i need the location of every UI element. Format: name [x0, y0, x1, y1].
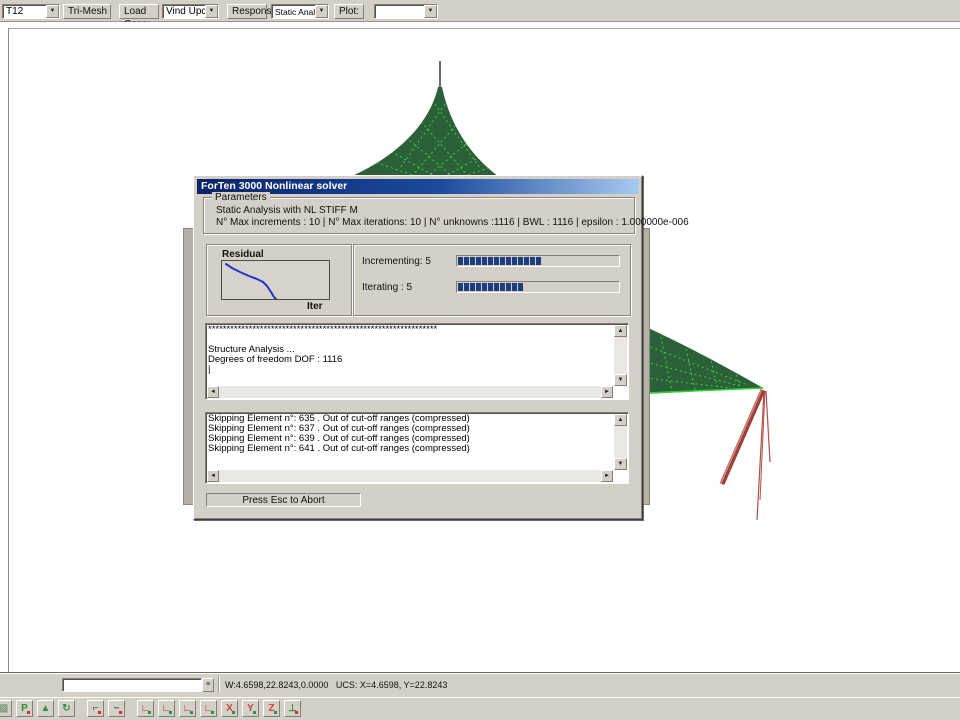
- scroll-left-icon[interactable]: ◄: [207, 386, 219, 398]
- load-case-combo-value: Vind Upct5: [163, 5, 205, 18]
- clipped-leftmost-icon[interactable]: ▨: [0, 700, 12, 717]
- mast: [722, 390, 763, 484]
- snap-dot-icon: [98, 711, 101, 714]
- model-combo[interactable]: T12 ▼: [2, 4, 60, 19]
- angle-snap-2-icon[interactable]: ∟: [158, 700, 175, 717]
- bottom-toolbar: ▨P▲↻⌐~∟∟∟∟XYZ⊥: [0, 697, 960, 720]
- snap-dot-icon: [119, 711, 122, 714]
- parameters-group-label: Parameters: [212, 192, 270, 203]
- response-combo-value: Static Analysis Re: [272, 5, 315, 18]
- analysis-type-text: Static Analysis with NL STIFF M: [216, 205, 358, 216]
- tri-mesh-button[interactable]: Tri-Mesh: [63, 4, 111, 19]
- analysis-log-vscrollbar[interactable]: ▲ ▼: [614, 325, 627, 386]
- snap-dot-icon: [190, 711, 193, 714]
- chevron-down-icon[interactable]: ▼: [424, 5, 437, 18]
- statusbar-divider: [218, 677, 219, 693]
- right-sail: [646, 327, 763, 394]
- scroll-up-icon[interactable]: ▲: [614, 325, 627, 337]
- scroll-right-icon[interactable]: ►: [601, 470, 613, 482]
- x-axis-icon[interactable]: X: [221, 700, 238, 717]
- snap-dot-icon: [274, 711, 277, 714]
- analysis-log-text: ****************************************…: [208, 325, 613, 386]
- iterating-progressbar: [456, 281, 620, 293]
- right-sail-mesh: [646, 332, 745, 392]
- page-p-icon[interactable]: P: [16, 700, 33, 717]
- residual-chart-title: Residual: [222, 249, 264, 260]
- cable-1: [757, 391, 764, 520]
- scroll-right-icon[interactable]: ►: [601, 386, 613, 398]
- angle-snap-1-icon[interactable]: ∟: [137, 700, 154, 717]
- analysis-params-text: N° Max increments : 10 | N° Max iteratio…: [216, 217, 689, 228]
- cable-2: [766, 391, 770, 462]
- load-case-combo[interactable]: Vind Upct5 ▼: [162, 4, 219, 19]
- residual-panel: Residual Iter: [206, 244, 352, 316]
- load-case-label: Load Case:: [119, 4, 159, 19]
- snap-dot-icon: [295, 711, 298, 714]
- chevron-down-icon[interactable]: ▼: [46, 5, 59, 18]
- plot-combo-value: [375, 5, 424, 18]
- command-input[interactable]: [62, 678, 202, 692]
- spline-snap-icon[interactable]: ~: [108, 700, 125, 717]
- top-toolbar: T12 ▼ Tri-Mesh Load Case: Vind Upct5 ▼ R…: [0, 0, 960, 22]
- angle-snap-4-icon[interactable]: ∟: [200, 700, 217, 717]
- chevron-down-icon[interactable]: ▼: [205, 5, 218, 18]
- canvas-left-border: [8, 28, 9, 672]
- plot-combo[interactable]: ▼: [374, 4, 438, 19]
- snap-dot-icon: [148, 711, 151, 714]
- chevron-down-icon[interactable]: ▼: [315, 5, 328, 18]
- snap-dot-icon: [211, 711, 214, 714]
- coordinate-readout: W:4.6598,22.8243,0.0000 UCS: X=4.6598, Y…: [225, 680, 447, 690]
- snap-dot-icon: [27, 711, 30, 714]
- mast-highlight: [721, 389, 762, 483]
- analysis-log-hscrollbar[interactable]: ◄ ►: [207, 386, 613, 398]
- residual-chart: [221, 260, 330, 300]
- right-sail-edge: [646, 388, 763, 393]
- dialog-title: ForTen 3000 Nonlinear solver: [201, 180, 347, 192]
- polyline-snap-icon[interactable]: ⌐: [87, 700, 104, 717]
- residual-curve: [226, 264, 276, 299]
- parameters-group: Parameters Static Analysis with NL STIFF…: [203, 197, 635, 234]
- command-expand-button[interactable]: ≡: [202, 678, 214, 692]
- snap-dot-icon: [253, 711, 256, 714]
- scroll-left-icon[interactable]: ◄: [207, 470, 219, 482]
- y-axis-icon[interactable]: Y: [242, 700, 259, 717]
- warnings-log-hscrollbar[interactable]: ◄ ►: [207, 470, 613, 482]
- angle-snap-3-icon[interactable]: ∟: [179, 700, 196, 717]
- progress-panel: Incrementing: 5 Iterating : 5: [353, 244, 631, 316]
- viewport-canvas[interactable]: ForTen 3000 Nonlinear solver Parameters …: [0, 22, 960, 672]
- cone-render-icon[interactable]: ▲: [37, 700, 54, 717]
- response-label: Response:: [227, 4, 267, 19]
- abort-button[interactable]: Press Esc to Abort: [206, 493, 361, 507]
- warnings-log-text: Skipping Element n°: 635 . Out of cut-of…: [208, 414, 613, 470]
- analysis-log[interactable]: ****************************************…: [205, 323, 629, 400]
- cable-3: [760, 391, 765, 500]
- bottom-toolbar-buttons: ▨P▲↻⌐~∟∟∟∟XYZ⊥: [0, 700, 301, 717]
- status-bar: ≡ W:4.6598,22.8243,0.0000 UCS: X=4.6598,…: [0, 672, 960, 697]
- top-sail: [352, 87, 498, 176]
- iterating-label: Iterating : 5: [362, 282, 412, 293]
- snap-dot-icon: [169, 711, 172, 714]
- ucs-triad-icon[interactable]: ⊥: [284, 700, 301, 717]
- solver-dialog[interactable]: ForTen 3000 Nonlinear solver Parameters …: [193, 175, 643, 520]
- scroll-up-icon[interactable]: ▲: [614, 414, 627, 426]
- incrementing-label: Incrementing: 5: [362, 256, 431, 267]
- scroll-down-icon[interactable]: ▼: [614, 374, 627, 386]
- residual-xaxis-label: Iter: [307, 301, 323, 312]
- z-axis-icon[interactable]: Z: [263, 700, 280, 717]
- canvas-top-border: [8, 28, 960, 29]
- warnings-log[interactable]: Skipping Element n°: 635 . Out of cut-of…: [205, 412, 629, 484]
- incrementing-progressbar: [456, 255, 620, 267]
- warnings-log-vscrollbar[interactable]: ▲ ▼: [614, 414, 627, 470]
- response-combo[interactable]: Static Analysis Re ▼: [271, 4, 329, 19]
- scroll-down-icon[interactable]: ▼: [614, 458, 627, 470]
- orbit-rotate-icon[interactable]: ↻: [58, 700, 75, 717]
- top-sail-mesh: [372, 100, 508, 176]
- snap-dot-icon: [232, 711, 235, 714]
- model-combo-value: T12: [3, 5, 46, 18]
- plot-label: Plot:: [334, 4, 364, 19]
